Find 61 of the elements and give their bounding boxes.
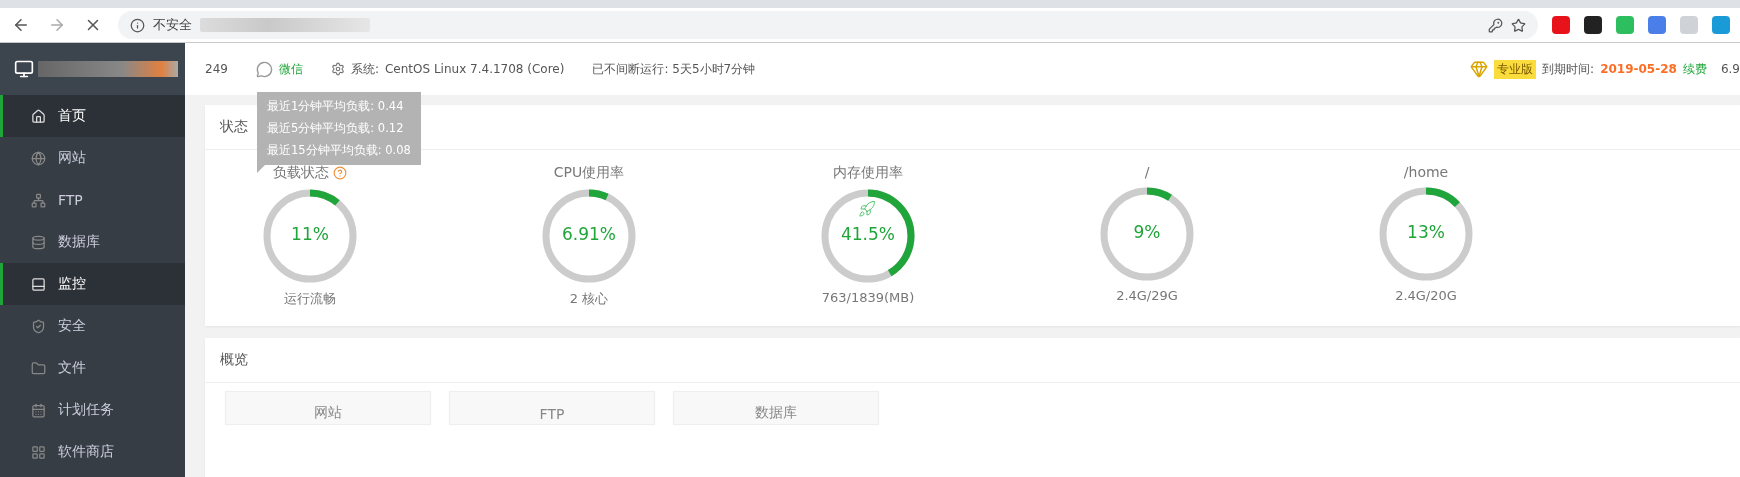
- grid-icon: [31, 444, 46, 460]
- shield-icon: [31, 318, 46, 334]
- database-icon: [31, 234, 46, 250]
- gauge-caption: 2 核心: [569, 290, 609, 308]
- extension-icon[interactable]: [1584, 16, 1602, 34]
- info-icon[interactable]: [130, 17, 145, 33]
- forward-icon[interactable]: [48, 16, 66, 34]
- gauge-caption: 运行流畅: [284, 290, 336, 308]
- sidebar-item[interactable]: 计划任务: [0, 389, 185, 431]
- sidebar-item[interactable]: 网站: [0, 137, 185, 179]
- window-icon: [31, 276, 46, 292]
- overview-tile[interactable]: 网站: [225, 391, 431, 425]
- card-title: 概览: [205, 338, 1740, 383]
- sidebar-item[interactable]: 监控: [0, 263, 185, 305]
- key-icon[interactable]: [1488, 17, 1503, 33]
- chat-icon: [255, 60, 273, 78]
- monitor-icon: [14, 59, 34, 79]
- address-bar[interactable]: 不安全: [118, 11, 1538, 39]
- globe-icon: [31, 150, 46, 166]
- gear-icon: [330, 62, 345, 76]
- security-label: 不安全: [153, 16, 192, 34]
- gauge-title: CPU使用率: [553, 164, 625, 182]
- sidebar-item[interactable]: 文件: [0, 347, 185, 389]
- sidebar-item[interactable]: 首页: [0, 95, 185, 137]
- gauge-value: 41.5%: [840, 224, 896, 244]
- version-text: 6.9: [1720, 62, 1740, 76]
- sidebar-item[interactable]: 数据库: [0, 221, 185, 263]
- expiry-label: 到期时间:: [1542, 60, 1595, 78]
- sidebar-item[interactable]: 软件商店: [0, 431, 185, 473]
- calendar-icon: [31, 402, 46, 418]
- gauge-title: 负载状态: [273, 164, 329, 182]
- tooltip-line: 最近15分钟平均负载: 0.08: [267, 143, 411, 158]
- sidebar-item[interactable]: FTP: [0, 179, 185, 221]
- uptime-text: 已不间断运行: 5天5小时7分钟: [592, 60, 756, 78]
- tooltip-line: 最近5分钟平均负载: 0.12: [267, 121, 405, 136]
- sidebar-item[interactable]: 安全: [0, 305, 185, 347]
- expiry-date: 2019-05-28: [1600, 62, 1677, 76]
- gauge-title: /home: [1403, 164, 1449, 180]
- gauge-value: 11%: [290, 224, 330, 244]
- star-icon[interactable]: [1511, 17, 1526, 33]
- host-address: 249: [205, 62, 228, 76]
- gauge-caption: 2.4G/20G: [1395, 288, 1457, 303]
- gauge-title: /: [1144, 164, 1150, 180]
- tooltip-line: 最近1分钟平均负载: 0.44: [267, 99, 405, 114]
- diamond-icon: [1470, 60, 1489, 78]
- gauge-caption: 2.4G/29G: [1116, 288, 1178, 303]
- system-value: CentOS Linux 7.4.1708 (Core): [384, 62, 565, 76]
- back-icon[interactable]: [12, 16, 30, 34]
- gauge-title: 内存使用率: [833, 164, 903, 182]
- gauge-value: 9%: [1132, 222, 1162, 242]
- gauge-caption: 763/1839(MB): [821, 290, 915, 305]
- system-label: 系统:: [350, 60, 379, 78]
- rocket-icon[interactable]: [858, 200, 876, 218]
- folder-icon: [31, 360, 46, 376]
- help-icon[interactable]: [333, 166, 347, 180]
- gauge-value: 6.91%: [561, 224, 617, 244]
- overview-tile[interactable]: 数据库: [673, 391, 879, 425]
- edition-badge: 专业版: [1494, 59, 1537, 79]
- home-icon: [31, 108, 46, 124]
- gauge-value: 13%: [1406, 222, 1446, 242]
- network-icon: [31, 192, 46, 208]
